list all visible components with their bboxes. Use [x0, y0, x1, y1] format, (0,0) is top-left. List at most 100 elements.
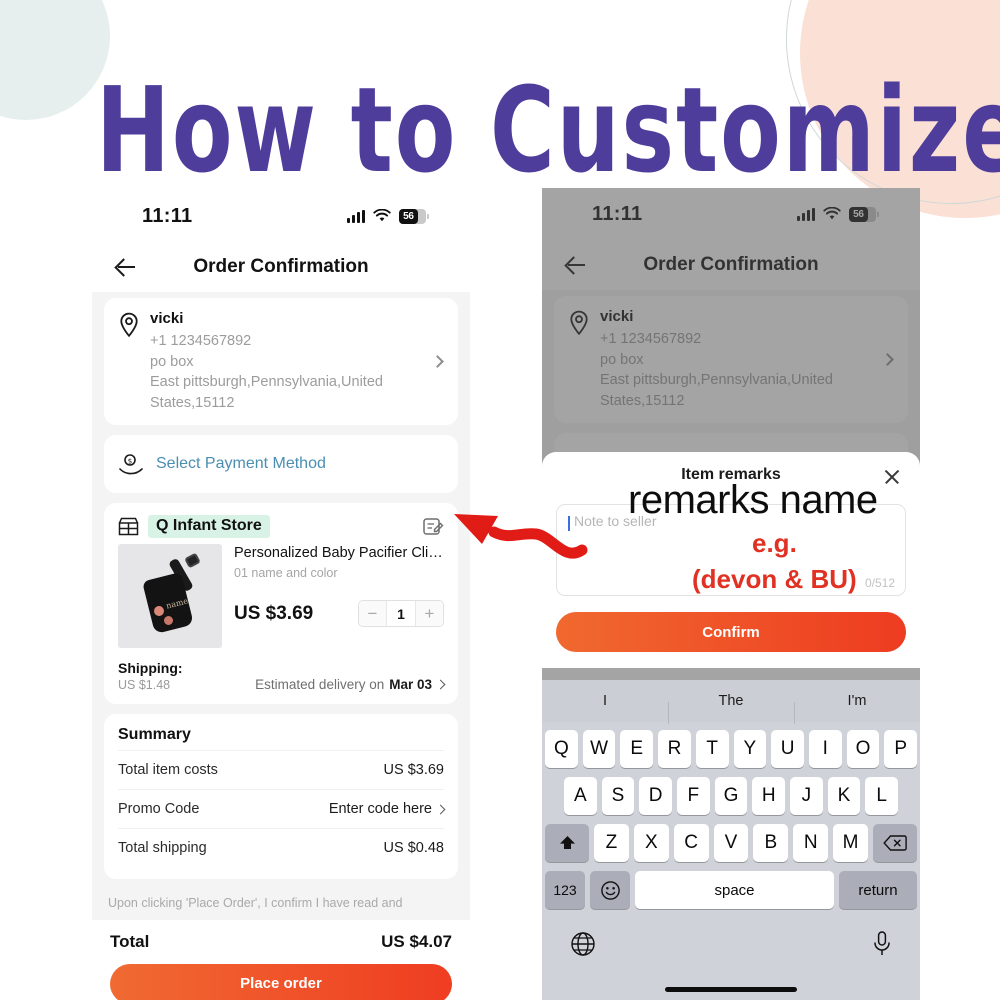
address-name: vicki — [600, 308, 634, 325]
key-w[interactable]: W — [582, 730, 616, 768]
address-line3: States,15112 — [600, 392, 685, 409]
product-price: US $3.69 — [234, 602, 314, 624]
shipping-row[interactable]: Shipping: US $1.48 Estimated delivery on… — [118, 660, 446, 693]
order-footer: Total US $4.07 Place order — [92, 919, 470, 1000]
payment-method-card[interactable]: $ Select Payment Method — [104, 435, 458, 494]
location-pin-icon — [120, 312, 138, 338]
key-d[interactable]: D — [639, 777, 672, 815]
key-y[interactable]: Y — [733, 730, 767, 768]
globe-icon[interactable] — [570, 931, 596, 957]
numbers-key[interactable]: 123 — [545, 871, 585, 909]
key-l[interactable]: L — [865, 777, 899, 815]
key-f[interactable]: F — [677, 777, 710, 815]
key-q[interactable]: Q — [544, 730, 578, 768]
shipping-cost: US $1.48 — [118, 678, 171, 693]
nav-bar: Order Confirmation — [542, 240, 920, 290]
emoji-smiley-icon[interactable] — [590, 871, 630, 909]
place-order-button[interactable]: Place order — [110, 963, 452, 1000]
key-m[interactable]: M — [833, 824, 869, 862]
key-u[interactable]: U — [771, 730, 804, 768]
key-p[interactable]: P — [884, 730, 918, 768]
backspace-icon[interactable] — [873, 824, 918, 862]
table-row: Total item costs US $3.69 — [118, 750, 444, 789]
shift-up-icon[interactable] — [545, 824, 589, 862]
shipping-eta-prefix: Estimated delivery on — [255, 677, 385, 693]
key-b[interactable]: B — [753, 824, 789, 862]
key-j[interactable]: J — [790, 777, 823, 815]
ios-keyboard: I The I'm Q W E R T Y U I O P A S D F G … — [542, 680, 920, 1000]
nav-title: Order Confirmation — [643, 254, 819, 275]
order-content: vicki +1 1234567892 po box East pittsbur… — [92, 292, 470, 920]
suggestion-item[interactable]: The — [668, 693, 794, 724]
quantity-decrement-button[interactable]: − — [359, 601, 386, 627]
quantity-stepper[interactable]: − 1 + — [358, 600, 444, 628]
store-name[interactable]: Q Infant Store — [148, 515, 270, 539]
product-title: Personalized Baby Pacifier Clip Custo... — [234, 545, 444, 562]
key-s[interactable]: S — [601, 777, 635, 815]
chevron-right-icon — [435, 679, 446, 690]
status-bar: 11:11 56 — [542, 188, 920, 240]
address-card[interactable]: vicki +1 1234567892 po box East pittsbur… — [554, 296, 908, 424]
annotation-eg-label: e.g. — [752, 528, 797, 558]
return-key[interactable]: return — [839, 871, 917, 909]
suggestion-item[interactable]: I'm — [794, 693, 920, 724]
address-line1: po box — [600, 351, 644, 368]
key-t[interactable]: T — [695, 730, 729, 768]
confirm-button[interactable]: Confirm — [556, 612, 906, 652]
microphone-icon[interactable] — [872, 930, 892, 958]
key-i[interactable]: I — [808, 730, 842, 768]
status-bar: 11:11 56 — [92, 190, 470, 242]
shipping-label: Shipping: — [118, 660, 183, 677]
key-r[interactable]: R — [658, 730, 691, 768]
key-z[interactable]: Z — [594, 824, 629, 862]
address-name: vicki — [150, 310, 184, 327]
address-phone: +1 1234567892 — [150, 333, 252, 349]
key-o[interactable]: O — [846, 730, 880, 768]
address-card[interactable]: vicki +1 1234567892 po box East pittsbur… — [104, 298, 458, 426]
poster-canvas: How to Customize 11:11 56 Order Confirma… — [0, 0, 1000, 1000]
table-row[interactable]: Promo Code Enter code here — [118, 789, 446, 828]
key-v[interactable]: V — [713, 824, 749, 862]
home-indicator — [665, 987, 797, 992]
character-counter: 0/512 — [864, 576, 895, 590]
phone-mockup-left: 11:11 56 Order Confirmation vicki +1 123… — [92, 190, 470, 1000]
keyboard-row-3: Z X C V B N M — [545, 824, 918, 862]
battery-icon: 56 — [849, 206, 879, 222]
key-k[interactable]: K — [827, 777, 861, 815]
keyboard-row-2: A S D F G H J K L — [545, 777, 917, 815]
close-icon[interactable] — [882, 467, 902, 487]
summary-row-value[interactable]: Enter code here — [329, 801, 446, 817]
summary-row-value: US $3.69 — [383, 762, 444, 779]
total-value: US $4.07 — [381, 931, 452, 951]
quantity-increment-button[interactable]: + — [416, 601, 443, 627]
chevron-right-icon — [431, 355, 444, 369]
cellular-bars-icon — [347, 209, 365, 223]
total-label: Total — [110, 931, 150, 951]
product-image[interactable]: name — [118, 544, 222, 649]
key-x[interactable]: X — [633, 824, 669, 862]
decorative-circle-top-left — [0, 0, 110, 120]
edit-note-icon[interactable] — [422, 516, 444, 538]
keyboard-suggestion-bar: I The I'm — [542, 680, 920, 724]
address-line1: po box — [150, 353, 194, 370]
key-c[interactable]: C — [673, 824, 709, 862]
address-line2: East pittsburgh,Pennsylvania,United — [150, 374, 383, 391]
key-e[interactable]: E — [620, 730, 654, 768]
key-g[interactable]: G — [714, 777, 748, 815]
key-a[interactable]: A — [563, 777, 597, 815]
wifi-icon — [823, 207, 841, 220]
space-key[interactable]: space — [635, 871, 834, 909]
location-pin-icon — [570, 310, 588, 336]
key-n[interactable]: N — [793, 824, 829, 862]
summary-title: Summary — [118, 726, 191, 744]
address-line3: States,15112 — [150, 394, 235, 411]
key-h[interactable]: H — [752, 777, 786, 815]
address-phone: +1 1234567892 — [600, 331, 702, 347]
battery-level: 56 — [399, 208, 418, 224]
table-row: Total shipping US $0.48 — [118, 828, 444, 867]
shipping-eta: Estimated delivery on Mar 03 — [255, 677, 446, 693]
summary-row-label: Promo Code — [118, 801, 200, 818]
keyboard-row-4: 123 space return — [545, 871, 917, 909]
suggestion-item[interactable]: I — [542, 693, 668, 709]
cellular-bars-icon — [797, 207, 815, 221]
